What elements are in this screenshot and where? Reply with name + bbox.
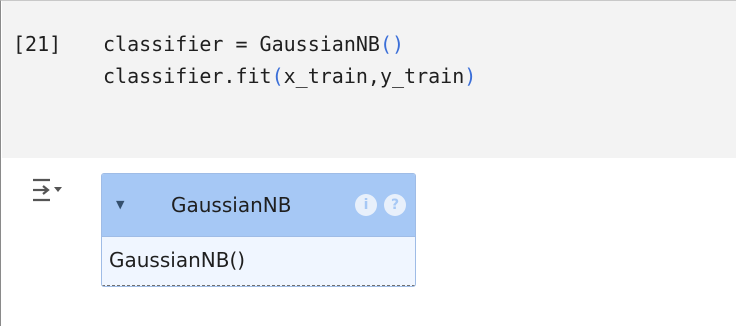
expand-toggle-icon[interactable]: ▼ [116, 198, 124, 211]
execution-count: [21] [13, 32, 62, 56]
code-args: x_train,y_train [283, 64, 465, 88]
code-paren-open: ( [271, 64, 284, 88]
code-editor[interactable]: [21] classifier = GaussianNB() classifie… [2, 1, 736, 158]
help-icon[interactable]: ? [384, 194, 406, 216]
estimator-header[interactable]: ▼ GaussianNB i ? [102, 174, 415, 236]
code-line[interactable]: classifier = GaussianNB() [103, 32, 404, 56]
output-collapse-icon[interactable] [30, 176, 70, 206]
code-line[interactable]: classifier.fit(x_train,y_train) [103, 64, 476, 88]
info-icon[interactable]: i [355, 194, 377, 216]
code-text: classifier.fit [103, 64, 272, 88]
notebook-cell: [21] classifier = GaussianNB() classifie… [0, 0, 736, 326]
code-text: classifier = GaussianNB [103, 32, 380, 56]
estimator-name: GaussianNB [171, 193, 292, 217]
code-paren: () [379, 32, 405, 56]
estimator-diagram: ▼ GaussianNB i ? GaussianNB() [101, 173, 416, 287]
code-paren-close: ) [464, 64, 477, 88]
estimator-body: GaussianNB() [102, 236, 415, 286]
estimator-repr: GaussianNB() [109, 248, 246, 272]
